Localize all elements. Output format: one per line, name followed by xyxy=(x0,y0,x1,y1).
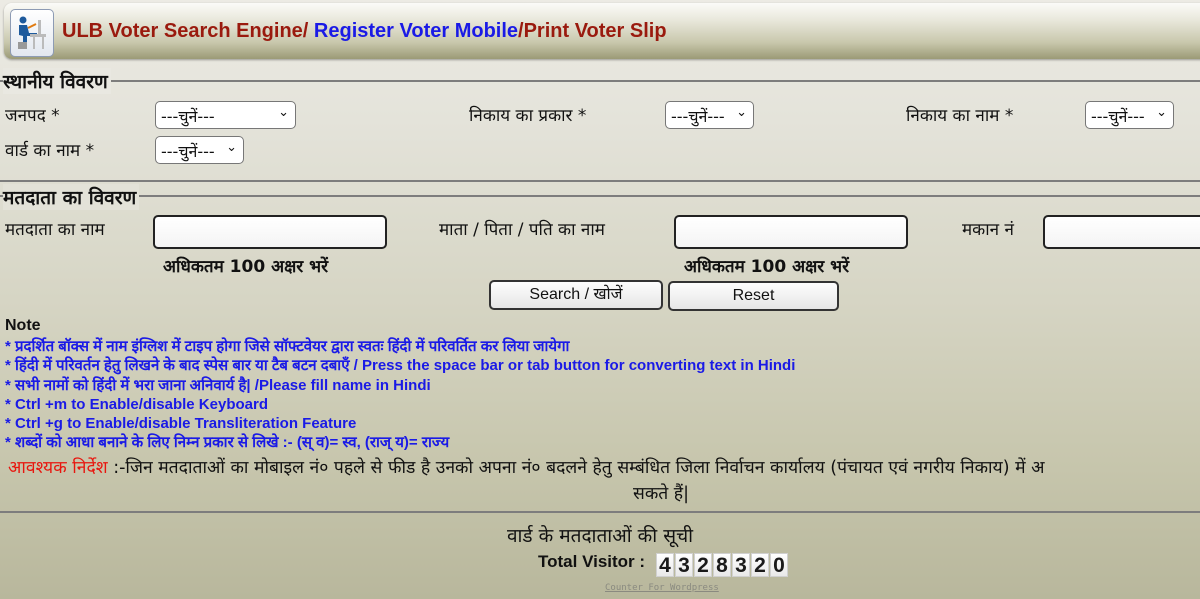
body-type-select-value: ---चुनें--- xyxy=(671,107,725,126)
body-name-select[interactable]: ---चुनें--- ⌄ xyxy=(1085,101,1174,129)
computer-user-icon xyxy=(18,16,46,49)
note-item: * हिंदी में परिवर्तन हेतु लिखने के बाद स… xyxy=(5,357,796,375)
counter-digit: 3 xyxy=(732,553,750,577)
section-divider xyxy=(0,511,1200,513)
voter-name-label: मतदाता का नाम xyxy=(5,220,105,240)
district-label: जनपद * xyxy=(5,106,60,126)
header-bar: ULB Voter Search Engine/ Register Voter … xyxy=(4,3,1200,59)
relative-name-label: माता / पिता / पति का नाम xyxy=(439,220,605,240)
chevron-down-icon: ⌄ xyxy=(226,140,237,155)
relative-name-input[interactable] xyxy=(674,215,908,249)
counter-digit: 2 xyxy=(751,553,769,577)
note-item: * शब्दों को आधा बनाने के लिए निम्न प्रका… xyxy=(5,434,450,452)
chevron-down-icon: ⌄ xyxy=(278,105,289,120)
body-type-label: निकाय का प्रकार * xyxy=(469,106,587,126)
ward-voter-list-title: वार्ड के मतदाताओं की सूची xyxy=(506,525,694,547)
district-select[interactable]: ---चुनें--- ⌄ xyxy=(155,101,296,129)
title-register-mobile-link[interactable]: Register Voter Mobile xyxy=(314,20,518,42)
notice-text-line2: सकते हैं| xyxy=(633,484,689,504)
body-name-label: निकाय का नाम * xyxy=(906,106,1014,126)
section-divider xyxy=(0,195,1200,197)
important-notice: आवश्यक निर्देश :-जिन मतदाताओं का मोबाइल … xyxy=(0,456,1200,510)
body-name-select-value: ---चुनें--- xyxy=(1091,107,1145,126)
title-print-slip-link[interactable]: /Print Voter Slip xyxy=(518,20,667,42)
visitor-label: Total Visitor : xyxy=(538,552,646,571)
chevron-down-icon: ⌄ xyxy=(736,105,747,120)
counter-digit: 8 xyxy=(713,553,731,577)
visitor-counter: 4 3 2 8 3 2 0 xyxy=(656,553,789,577)
note-item: * सभी नामों को हिंदी में भरा जाना अनिवार… xyxy=(5,376,431,394)
voter-name-input[interactable] xyxy=(153,215,387,249)
district-select-value: ---चुनें--- xyxy=(161,107,215,126)
house-no-label: मकान नं xyxy=(962,220,1014,240)
note-item: * Ctrl +m to Enable/disable Keyboard xyxy=(5,395,268,413)
relative-name-hint: अधिकतम 100 अक्षर भरें xyxy=(684,257,850,277)
ward-select-value: ---चुनें--- xyxy=(161,142,215,161)
section-divider xyxy=(0,80,1200,82)
counter-digit: 4 xyxy=(656,553,674,577)
reset-button[interactable]: Reset xyxy=(668,281,839,311)
body-type-select[interactable]: ---चुनें--- ⌄ xyxy=(665,101,754,129)
counter-digit: 2 xyxy=(694,553,712,577)
note-item: * प्रदर्शित बॉक्स में नाम इंग्लिश में टा… xyxy=(5,338,570,355)
logo xyxy=(10,9,54,57)
note-title: Note xyxy=(5,317,41,334)
note-item: * Ctrl +g to Enable/disable Transliterat… xyxy=(5,415,357,433)
notes-list: * प्रदर्शित बॉक्स में नाम इंग्लिश में टा… xyxy=(5,337,795,453)
house-no-input[interactable] xyxy=(1043,215,1200,249)
section-divider xyxy=(0,180,1200,182)
notice-text: :-जिन मतदाताओं का मोबाइल नं० पहले से फीड… xyxy=(107,458,1045,478)
local-details-legend: स्थानीय विवरण xyxy=(3,68,111,94)
notice-label: आवश्यक निर्देश xyxy=(8,458,108,478)
counter-digit: 3 xyxy=(675,553,693,577)
chevron-down-icon: ⌄ xyxy=(1156,105,1167,120)
ward-select[interactable]: ---चुनें--- ⌄ xyxy=(155,136,244,164)
counter-wordpress-link[interactable]: Counter For Wordpress xyxy=(605,583,719,593)
page-title: ULB Voter Search Engine/ Register Voter … xyxy=(62,20,667,43)
voter-details-legend: मतदाता का विवरण xyxy=(3,184,140,210)
search-button[interactable]: Search / खोजें xyxy=(489,280,663,310)
counter-digit: 0 xyxy=(770,553,788,577)
title-search-engine: ULB Voter Search Engine/ xyxy=(62,20,314,42)
ward-label: वार्ड का नाम * xyxy=(5,141,95,161)
voter-name-hint: अधिकतम 100 अक्षर भरें xyxy=(163,257,329,277)
